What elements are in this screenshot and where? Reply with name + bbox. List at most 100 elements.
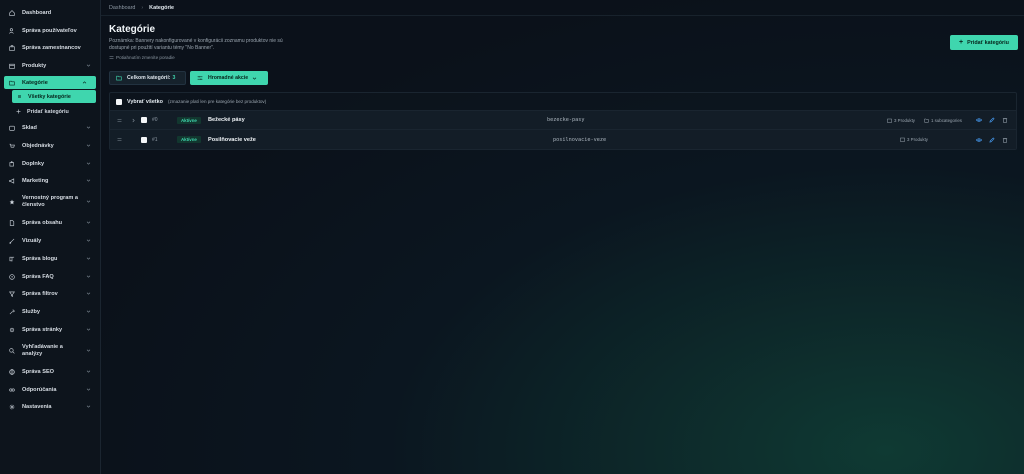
sidebar-item-label: Marketing <box>22 178 49 185</box>
select-all-hint: (zmazanie platí len pre kategórie bez pr… <box>167 99 267 104</box>
drag-handle-icon[interactable] <box>117 118 122 123</box>
sidebar-item-label: Odporúčania <box>22 386 57 393</box>
chevron-down-icon <box>86 309 91 314</box>
sidebar-item-employees[interactable]: Správa zamestnancov <box>0 40 100 58</box>
total-count: 3 <box>172 75 176 81</box>
banner-note: Poznámka: Bannery nakonfigurované v konf… <box>109 38 283 51</box>
chevron-down-icon <box>86 348 91 353</box>
sidebar-item-content[interactable]: Správa obsahu <box>0 214 100 232</box>
chevron-down-icon <box>252 76 257 81</box>
box-icon <box>887 118 892 123</box>
breadcrumb-current: Kategórie <box>149 4 175 11</box>
category-slug: posilnovacie-veze <box>553 136 607 143</box>
sidebar-item-products[interactable]: Produkty <box>0 57 100 75</box>
link-icon <box>9 387 15 393</box>
row-index: #0 <box>152 117 158 123</box>
row-checkbox[interactable] <box>141 117 147 123</box>
product-count-text: 3 Produkty <box>907 137 928 142</box>
sidebar-item-loyalty[interactable]: Vernostný program a členstvo <box>0 190 100 214</box>
sidebar-item-warehouse[interactable]: Sklad <box>0 119 100 137</box>
chevron-down-icon <box>86 125 91 130</box>
sidebar-item-label: Služby <box>22 309 41 316</box>
briefcase-icon <box>9 45 15 52</box>
sidebar-item-site[interactable]: Správa stránky <box>0 321 100 339</box>
row-checkbox[interactable] <box>141 136 147 143</box>
category-name[interactable]: Posilňovacie veže <box>208 137 256 143</box>
chevron-down-icon <box>86 404 91 409</box>
chevron-down-icon <box>86 161 91 166</box>
table-row[interactable]: #1 Aktívne Posilňovacie veže posilnovaci… <box>110 130 1016 149</box>
sidebar-item-search-analytics[interactable]: Vyhľadávanie a analýzy <box>0 339 100 363</box>
sidebar-item-categories[interactable]: Kategórie <box>4 76 96 90</box>
warehouse-icon <box>9 125 15 131</box>
delete-icon[interactable] <box>1002 137 1008 143</box>
settings-icon <box>9 327 15 333</box>
main-content: Dashboard › Kategórie Kategórie Poznámka… <box>101 0 1024 474</box>
sidebar-item-blog[interactable]: Správa blogu <box>0 250 100 268</box>
sidebar-item-seo[interactable]: Správa SEO <box>0 363 100 381</box>
sidebar-item-label: Vyhľadávanie a analýzy <box>22 343 63 357</box>
sidebar: Dashboard Správa používateľov Správa zam… <box>0 0 101 474</box>
folder-icon <box>924 118 929 123</box>
megaphone-icon <box>9 178 15 185</box>
row-index: #1 <box>152 136 158 143</box>
sidebar-item-label: Nastavenia <box>22 404 52 411</box>
add-category-button[interactable]: + Pridať kategóriu <box>950 35 1018 50</box>
table-row[interactable]: #0 Aktívne Bežecké pásy bezecke-pasy 3 P… <box>110 111 1016 130</box>
edit-icon[interactable] <box>989 117 995 123</box>
breadcrumb: Dashboard › Kategórie <box>101 0 1024 16</box>
chevron-down-icon <box>86 387 91 392</box>
book-icon <box>9 256 15 262</box>
category-slug: bezecke-pasy <box>547 117 585 123</box>
category-name[interactable]: Bežecké pásy <box>208 117 245 123</box>
sidebar-item-label: Doplnky <box>22 160 45 167</box>
edit-icon[interactable] <box>989 136 995 143</box>
sidebar-item-label: Vizuály <box>22 238 42 245</box>
sidebar-item-orders[interactable]: Objednávky <box>0 137 100 155</box>
sidebar-item-label: Produkty <box>22 63 47 70</box>
folder-icon <box>116 75 122 81</box>
sidebar-sub-add-category[interactable]: Pridať kategóriu <box>0 104 100 119</box>
sidebar-item-label: Správa obsahu <box>22 220 63 227</box>
category-list: Vybrať všetko (zmazanie platí len pre ka… <box>109 92 1017 150</box>
chevron-down-icon <box>86 143 91 148</box>
delete-icon[interactable] <box>1002 117 1008 123</box>
drag-handle-icon[interactable] <box>117 137 122 142</box>
sidebar-sub-all-categories[interactable]: Všetky kategórie <box>12 90 96 104</box>
product-count: 3 Produkty <box>900 137 928 142</box>
star-icon <box>9 199 15 205</box>
view-icon[interactable] <box>976 117 982 123</box>
chevron-down-icon <box>86 369 91 374</box>
sidebar-item-filters[interactable]: Správa filtrov <box>0 286 100 304</box>
sidebar-item-dashboard[interactable]: Dashboard <box>0 4 100 22</box>
sidebar-item-label: Správa používateľov <box>22 27 77 34</box>
help-icon: ? <box>9 273 15 280</box>
select-all-checkbox[interactable] <box>116 98 122 105</box>
sidebar-item-users[interactable]: Správa používateľov <box>0 22 100 40</box>
view-icon[interactable] <box>976 137 982 143</box>
sidebar-item-marketing[interactable]: Marketing <box>0 173 100 191</box>
sidebar-item-addons[interactable]: Doplnky <box>0 155 100 173</box>
total-categories-badge: Celkom kategórií: 3 <box>109 71 186 85</box>
sidebar-item-referrals[interactable]: Odporúčania <box>0 381 100 399</box>
breadcrumb-home[interactable]: Dashboard <box>109 5 135 11</box>
add-category-label: Pridať kategóriu <box>967 39 1009 46</box>
filter-icon <box>9 291 15 298</box>
brush-icon <box>9 238 15 244</box>
sidebar-item-settings[interactable]: Nastavenia <box>0 399 100 417</box>
chevron-down-icon <box>86 256 91 261</box>
sidebar-item-visuals[interactable]: Vizuály <box>0 232 100 250</box>
sidebar-item-faq[interactable]: ? Správa FAQ <box>0 268 100 286</box>
row-actions <box>969 117 1008 123</box>
box-icon <box>9 63 15 69</box>
subcategory-count-text: 1 subcategories <box>931 117 962 123</box>
chevron-down-icon <box>86 291 91 296</box>
page-title: Kategórie <box>109 24 156 35</box>
bulk-actions-button[interactable]: Hromadné akcie <box>190 71 268 85</box>
chevron-right-icon[interactable] <box>131 118 136 123</box>
sidebar-item-label: Vernostný program a členstvo <box>22 195 78 209</box>
sidebar-item-label: Sklad <box>22 125 37 132</box>
sidebar-item-services[interactable]: Služby <box>0 303 100 321</box>
sidebar-item-label: Kategórie <box>22 79 48 86</box>
file-icon <box>9 220 15 226</box>
